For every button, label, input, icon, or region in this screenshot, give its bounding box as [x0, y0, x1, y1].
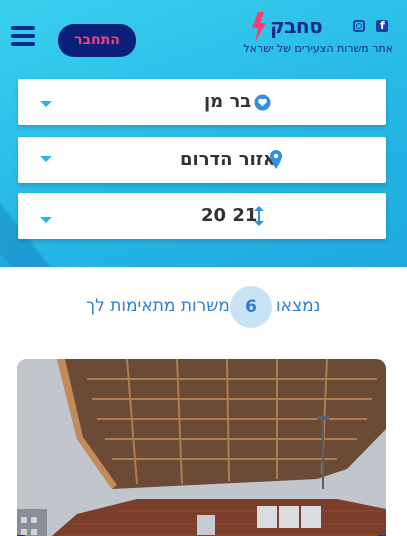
age-range-value: 20 21: [201, 205, 258, 226]
results-summary: נמצאו 6 משרות מתאימות לך: [0, 286, 407, 328]
job-card-photo: [17, 359, 386, 536]
region-select[interactable]: אזור הדרום: [18, 137, 386, 183]
logo-text: סחבק: [270, 14, 323, 38]
location-pin-icon: [270, 150, 282, 169]
logo[interactable]: סחבק: [250, 12, 325, 42]
tagline: אתר משרות הצעירים של ישראל: [243, 42, 393, 55]
hamburger-menu-icon[interactable]: [11, 26, 35, 48]
chevron-down-icon: [40, 101, 52, 107]
chevron-down-icon: [40, 156, 52, 162]
instagram-icon[interactable]: [353, 20, 367, 34]
job-category-select[interactable]: בר מן: [18, 79, 386, 125]
heart-badge-icon: [254, 94, 271, 111]
age-range-select[interactable]: 20 21: [18, 193, 386, 239]
top-bar: f סחבק אתר משרות הצעירים של ישראל התחבר: [0, 0, 407, 72]
region-value: אזור הדרום: [180, 149, 277, 170]
results-count-badge: 6: [230, 286, 272, 328]
facebook-icon[interactable]: f: [376, 19, 390, 34]
job-card[interactable]: [17, 359, 386, 536]
vertical-range-icon: [254, 206, 264, 226]
chevron-down-icon: [40, 217, 52, 223]
login-button[interactable]: התחבר: [58, 24, 136, 57]
job-category-value: בר מן: [204, 91, 252, 112]
results-prefix: נמצאו: [276, 296, 321, 316]
results-suffix: משרות מתאימות לך: [86, 296, 230, 316]
bolt-icon: [252, 12, 266, 42]
